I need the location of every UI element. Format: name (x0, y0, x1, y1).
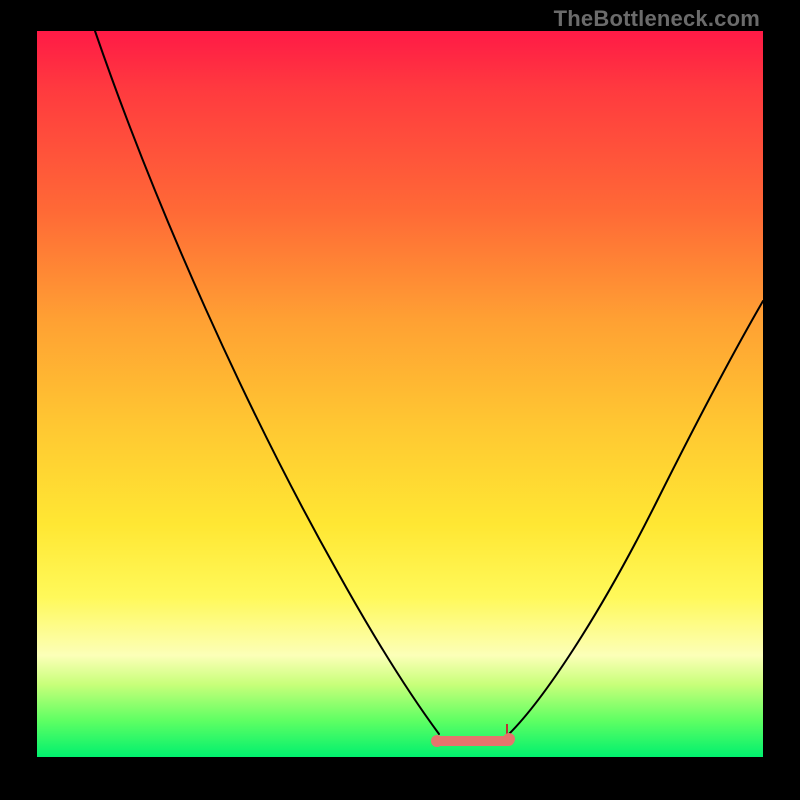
plot-area (37, 31, 763, 757)
chart-frame: TheBottleneck.com (0, 0, 800, 800)
curve-right-branch (509, 301, 763, 734)
curve-layer (37, 31, 763, 757)
curve-left-branch (95, 31, 439, 734)
marker-dot-right (503, 733, 515, 745)
marker-dot-left (431, 735, 443, 747)
watermark-text: TheBottleneck.com (554, 6, 760, 32)
